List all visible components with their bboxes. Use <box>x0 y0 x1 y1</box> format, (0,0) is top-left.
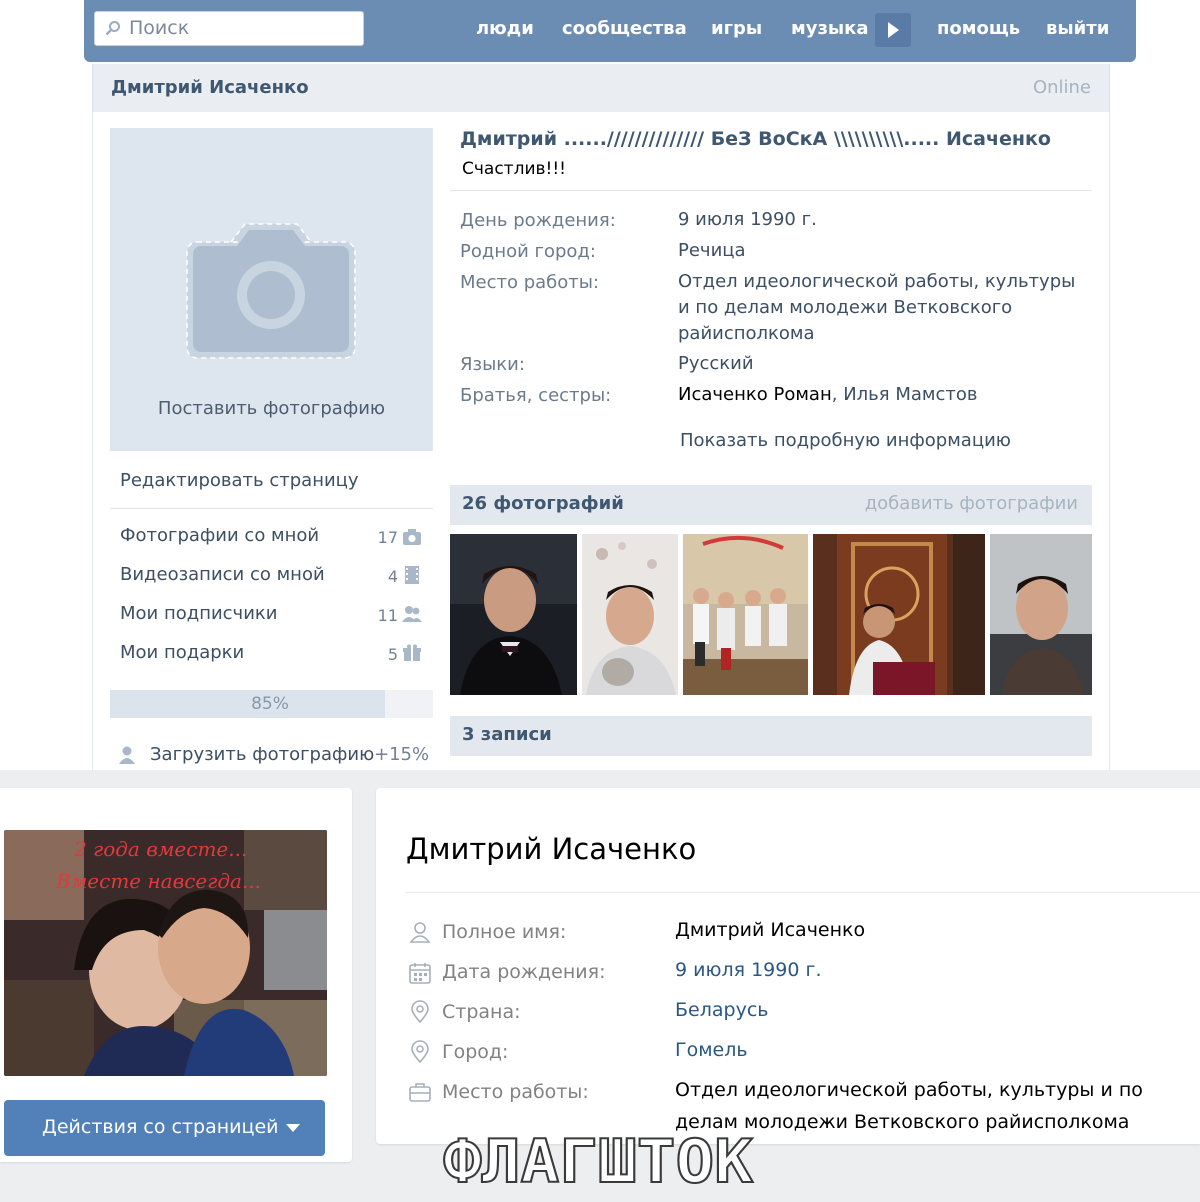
posts-title[interactable]: 3 записи <box>462 724 552 745</box>
row-label-birthday: Дата рождения: <box>442 961 606 983</box>
photo-thumbnail[interactable] <box>813 534 985 695</box>
calendar-icon <box>409 963 431 984</box>
menu-count: 4 <box>387 567 398 586</box>
profile-completion-bar: 85% <box>110 690 433 718</box>
sibling-link[interactable]: Исаченко Роман <box>678 384 832 405</box>
menu-videos-with-me[interactable]: Видеозаписи со мной <box>120 564 325 585</box>
location-icon <box>411 1000 429 1024</box>
nav-games[interactable]: игры <box>711 18 762 39</box>
show-more-info-link[interactable]: Показать подробную информацию <box>680 430 1011 451</box>
collage-caption-2: Вместе навсегда... <box>55 869 261 893</box>
search-input[interactable] <box>129 15 354 41</box>
users-icon <box>402 606 422 622</box>
divider <box>406 892 1200 893</box>
search-icon <box>105 21 120 36</box>
profile-full-name: Дмитрий ......////////////// БеЗ ВоСкА \… <box>460 128 1051 150</box>
sibling-separator: , <box>831 384 838 405</box>
menu-gifts[interactable]: Мои подарки <box>120 642 244 663</box>
photos-section-header: 26 фотографий добавить фотографии <box>450 485 1092 525</box>
info-label-work: Место работы: <box>460 272 600 293</box>
photos-title-link[interactable]: 26 фотографий <box>462 493 624 514</box>
nav-logout[interactable]: выйти <box>1046 18 1109 39</box>
profile-avatar-collage[interactable]: 2 года вместе... Вместе навсегда... <box>4 830 327 1076</box>
upload-photo-link[interactable]: Загрузить фотографию <box>150 744 374 765</box>
person-icon <box>409 922 431 943</box>
row-value-city[interactable]: Гомель <box>675 1039 748 1061</box>
person-icon <box>119 746 135 764</box>
chevron-down-icon <box>286 1124 300 1132</box>
briefcase-icon <box>409 1083 431 1102</box>
avatar-card: 2 года вместе... Вместе навсегда... Дейс… <box>0 788 352 1162</box>
info-label-hometown: Родной город: <box>460 241 596 262</box>
menu-count: 11 <box>377 606 398 625</box>
edit-page-link[interactable]: Редактировать страницу <box>120 470 359 491</box>
row-label-country: Страна: <box>442 1001 521 1023</box>
row-value-country[interactable]: Беларусь <box>675 999 768 1021</box>
add-photos-link[interactable]: добавить фотографии <box>865 493 1078 514</box>
info-value-work[interactable]: Отдел идеологической работы, культуры и … <box>678 269 1078 347</box>
divider <box>110 508 433 509</box>
gift-icon <box>403 644 421 661</box>
info-value-birthday[interactable]: 9 июля 1990 г. <box>678 207 1078 233</box>
camera-icon <box>186 223 356 359</box>
profile-photo-placeholder[interactable]: Поставить фотографию <box>110 128 433 451</box>
photo-thumbnail[interactable] <box>683 534 808 695</box>
watermark-text: ФЛАГШТОК <box>443 1127 753 1196</box>
info-label-siblings: Братья, сестры: <box>460 385 612 406</box>
info-value-languages[interactable]: Русский <box>678 351 1078 377</box>
info-label-birthday: День рождения: <box>460 210 616 231</box>
photo-thumbnail[interactable] <box>582 534 678 695</box>
info-label-languages: Языки: <box>460 354 525 375</box>
top-navigation-bar: люди сообщества игры музыка помощь выйти <box>84 0 1136 62</box>
watermark-logo: ФЛАГШТОК <box>442 1126 754 1196</box>
divider <box>450 190 1092 191</box>
row-label-full-name: Полное имя: <box>442 921 567 943</box>
page-actions-button[interactable]: Действия со страницей <box>4 1100 325 1156</box>
profile-header: Дмитрий Исаченко Online <box>92 64 1110 112</box>
posts-section-header: 3 записи <box>450 716 1092 756</box>
info-value-hometown[interactable]: Речица <box>678 238 1078 264</box>
menu-photos-with-me[interactable]: Фотографии со мной <box>120 525 319 546</box>
profile-status[interactable]: Счастлив!!! <box>462 159 566 179</box>
upload-bonus: +15% <box>374 744 430 765</box>
nav-help[interactable]: помощь <box>937 18 1020 39</box>
old-profile-screenshot: люди сообщества игры музыка помощь выйти… <box>0 0 1200 770</box>
collage-caption-1: 2 года вместе... <box>73 837 247 861</box>
photo-thumbnail[interactable] <box>990 534 1092 695</box>
nav-communities[interactable]: сообщества <box>562 18 687 39</box>
nav-music[interactable]: музыка <box>791 18 869 39</box>
online-status: Online <box>1032 77 1091 98</box>
film-icon <box>405 566 419 584</box>
sibling-link[interactable]: Илья Мамстов <box>843 384 977 405</box>
nav-people[interactable]: люди <box>476 18 534 39</box>
progress-text: 85% <box>251 694 289 714</box>
menu-followers[interactable]: Мои подписчики <box>120 603 277 624</box>
row-label-city: Город: <box>442 1041 509 1063</box>
page-title: Дмитрий Исаченко <box>406 832 697 866</box>
location-icon <box>411 1040 429 1064</box>
set-photo-link[interactable]: Поставить фотографию <box>110 398 433 419</box>
photo-thumbnail[interactable] <box>450 534 577 695</box>
info-value-siblings: Исаченко Роман, Илья Мамстов <box>678 382 1078 408</box>
upload-photo-row[interactable]: Загрузить фотографию +15% <box>118 744 438 768</box>
menu-count: 17 <box>377 528 398 547</box>
header-name[interactable]: Дмитрий Исаченко <box>111 77 309 98</box>
row-label-work: Место работы: <box>442 1081 589 1103</box>
row-value-birthday[interactable]: 9 июля 1990 г. <box>675 959 822 981</box>
play-icon[interactable] <box>875 13 911 47</box>
info-card: Дмитрий Исаченко Полное имя: Дмитрий Иса… <box>376 788 1200 1144</box>
search-box[interactable] <box>94 11 364 46</box>
row-value-full-name: Дмитрий Исаченко <box>675 919 866 941</box>
menu-count: 5 <box>387 645 398 664</box>
page-actions-label: Действия со страницей <box>42 1116 279 1138</box>
camera-icon <box>403 529 421 545</box>
